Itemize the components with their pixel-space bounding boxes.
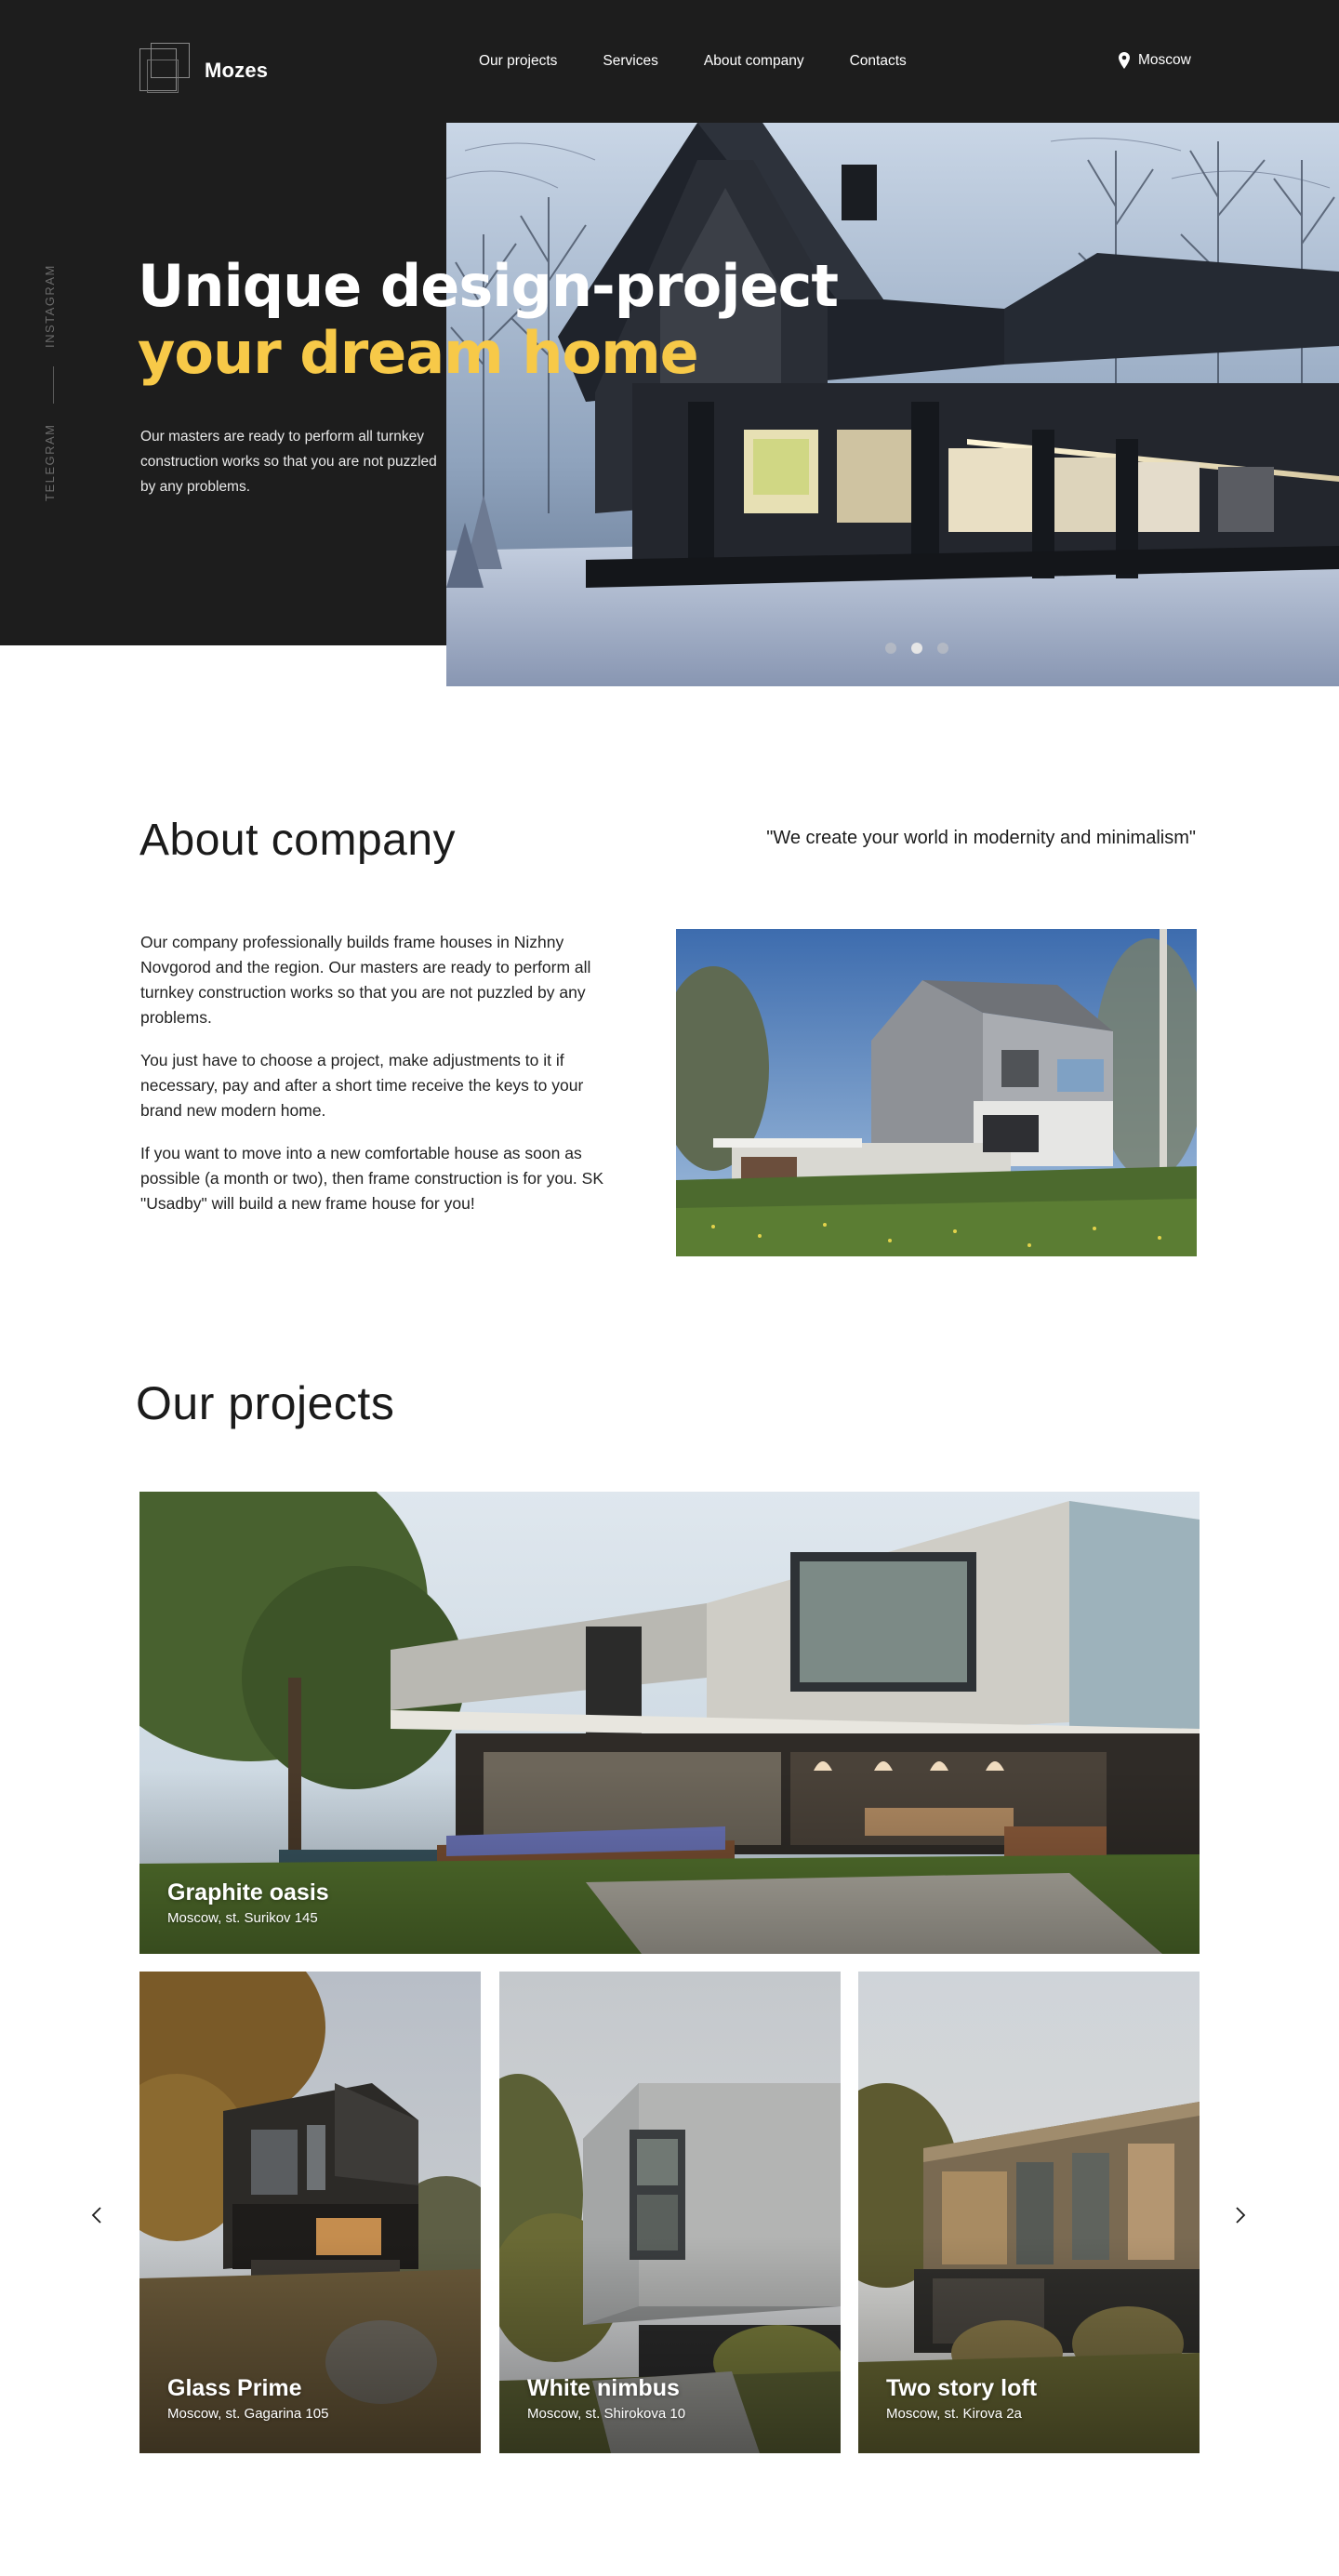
project-card[interactable]: Two story loft Moscow, st. Kirova 2a	[858, 1972, 1200, 2453]
location-selector[interactable]: Moscow	[1119, 52, 1191, 69]
hero-image	[446, 123, 1339, 686]
nav-item-about-company[interactable]: About company	[704, 53, 804, 70]
project-caption: Graphite oasis Moscow, st. Surikov 145	[167, 1879, 329, 1926]
brand-name: Mozes	[205, 59, 269, 82]
project-address: Moscow, st. Shirokova 10	[527, 2406, 686, 2422]
location-city: Moscow	[1138, 52, 1191, 68]
slider-dot-2[interactable]	[911, 643, 922, 654]
project-name: White nimbus	[527, 2375, 680, 2401]
map-pin-icon	[1119, 52, 1130, 69]
about-text: Our company professionally builds frame …	[140, 930, 624, 1234]
about-paragraph: You just have to choose a project, make …	[140, 1051, 584, 1120]
social-links: INSTAGRAM TELEGRAM	[43, 262, 65, 504]
about-paragraph: If you want to move into a new comfortab…	[140, 1144, 603, 1213]
slider-dot-1[interactable]	[885, 643, 896, 654]
telegram-link[interactable]: TELEGRAM	[43, 420, 65, 504]
logo-mark-icon	[138, 43, 193, 99]
logo[interactable]: Mozes	[138, 43, 268, 99]
hero-section: Mozes Our projects Services About compan…	[0, 0, 1339, 686]
project-caption: White nimbus Moscow, st. Shirokova 10	[527, 2374, 685, 2422]
project-card[interactable]: Glass Prime Moscow, st. Gagarina 105	[139, 1972, 481, 2453]
hero-slider-dots	[885, 643, 948, 654]
project-address: Moscow, st. Gagarina 105	[167, 2406, 329, 2422]
project-address: Moscow, st. Surikov 145	[167, 1910, 318, 1926]
chevron-right-icon	[1236, 2207, 1246, 2224]
hero-title-line1: Unique design-project	[138, 252, 839, 320]
about-quote: "We create your world in modernity and m…	[766, 828, 1196, 848]
nav-item-our-projects[interactable]: Our projects	[479, 53, 557, 70]
chevron-left-icon	[91, 2207, 101, 2224]
project-card-featured[interactable]: Graphite oasis Moscow, st. Surikov 145	[139, 1492, 1200, 1954]
instagram-link[interactable]: INSTAGRAM	[43, 262, 65, 351]
projects-prev-button[interactable]	[84, 2201, 112, 2229]
projects-next-button[interactable]	[1226, 2201, 1253, 2229]
nav-item-contacts[interactable]: Contacts	[850, 53, 907, 70]
about-image	[676, 929, 1197, 1256]
projects-title: Our projects	[136, 1377, 395, 1429]
project-card[interactable]: White nimbus Moscow, st. Shirokova 10	[499, 1972, 841, 2453]
project-name: Glass Prime	[167, 2375, 302, 2401]
social-divider	[53, 366, 54, 404]
project-name: Two story loft	[886, 2375, 1038, 2401]
project-caption: Glass Prime Moscow, st. Gagarina 105	[167, 2374, 328, 2422]
project-name: Graphite oasis	[167, 1879, 329, 1905]
main-nav: Our projects Services About company Cont…	[479, 53, 952, 70]
hero-title: Unique design-project your dream home	[138, 253, 844, 387]
hero-title-line2: your dream home	[138, 319, 699, 387]
slider-dot-3[interactable]	[937, 643, 948, 654]
about-title: About company	[139, 816, 457, 865]
hero-description: Our masters are ready to perform all tur…	[140, 429, 437, 495]
project-address: Moscow, st. Kirova 2a	[886, 2406, 1022, 2422]
site-header: Mozes Our projects Services About compan…	[0, 0, 1339, 123]
about-paragraph: Our company professionally builds frame …	[140, 933, 591, 1027]
nav-item-services[interactable]: Services	[603, 53, 657, 70]
project-caption: Two story loft Moscow, st. Kirova 2a	[886, 2374, 1037, 2422]
